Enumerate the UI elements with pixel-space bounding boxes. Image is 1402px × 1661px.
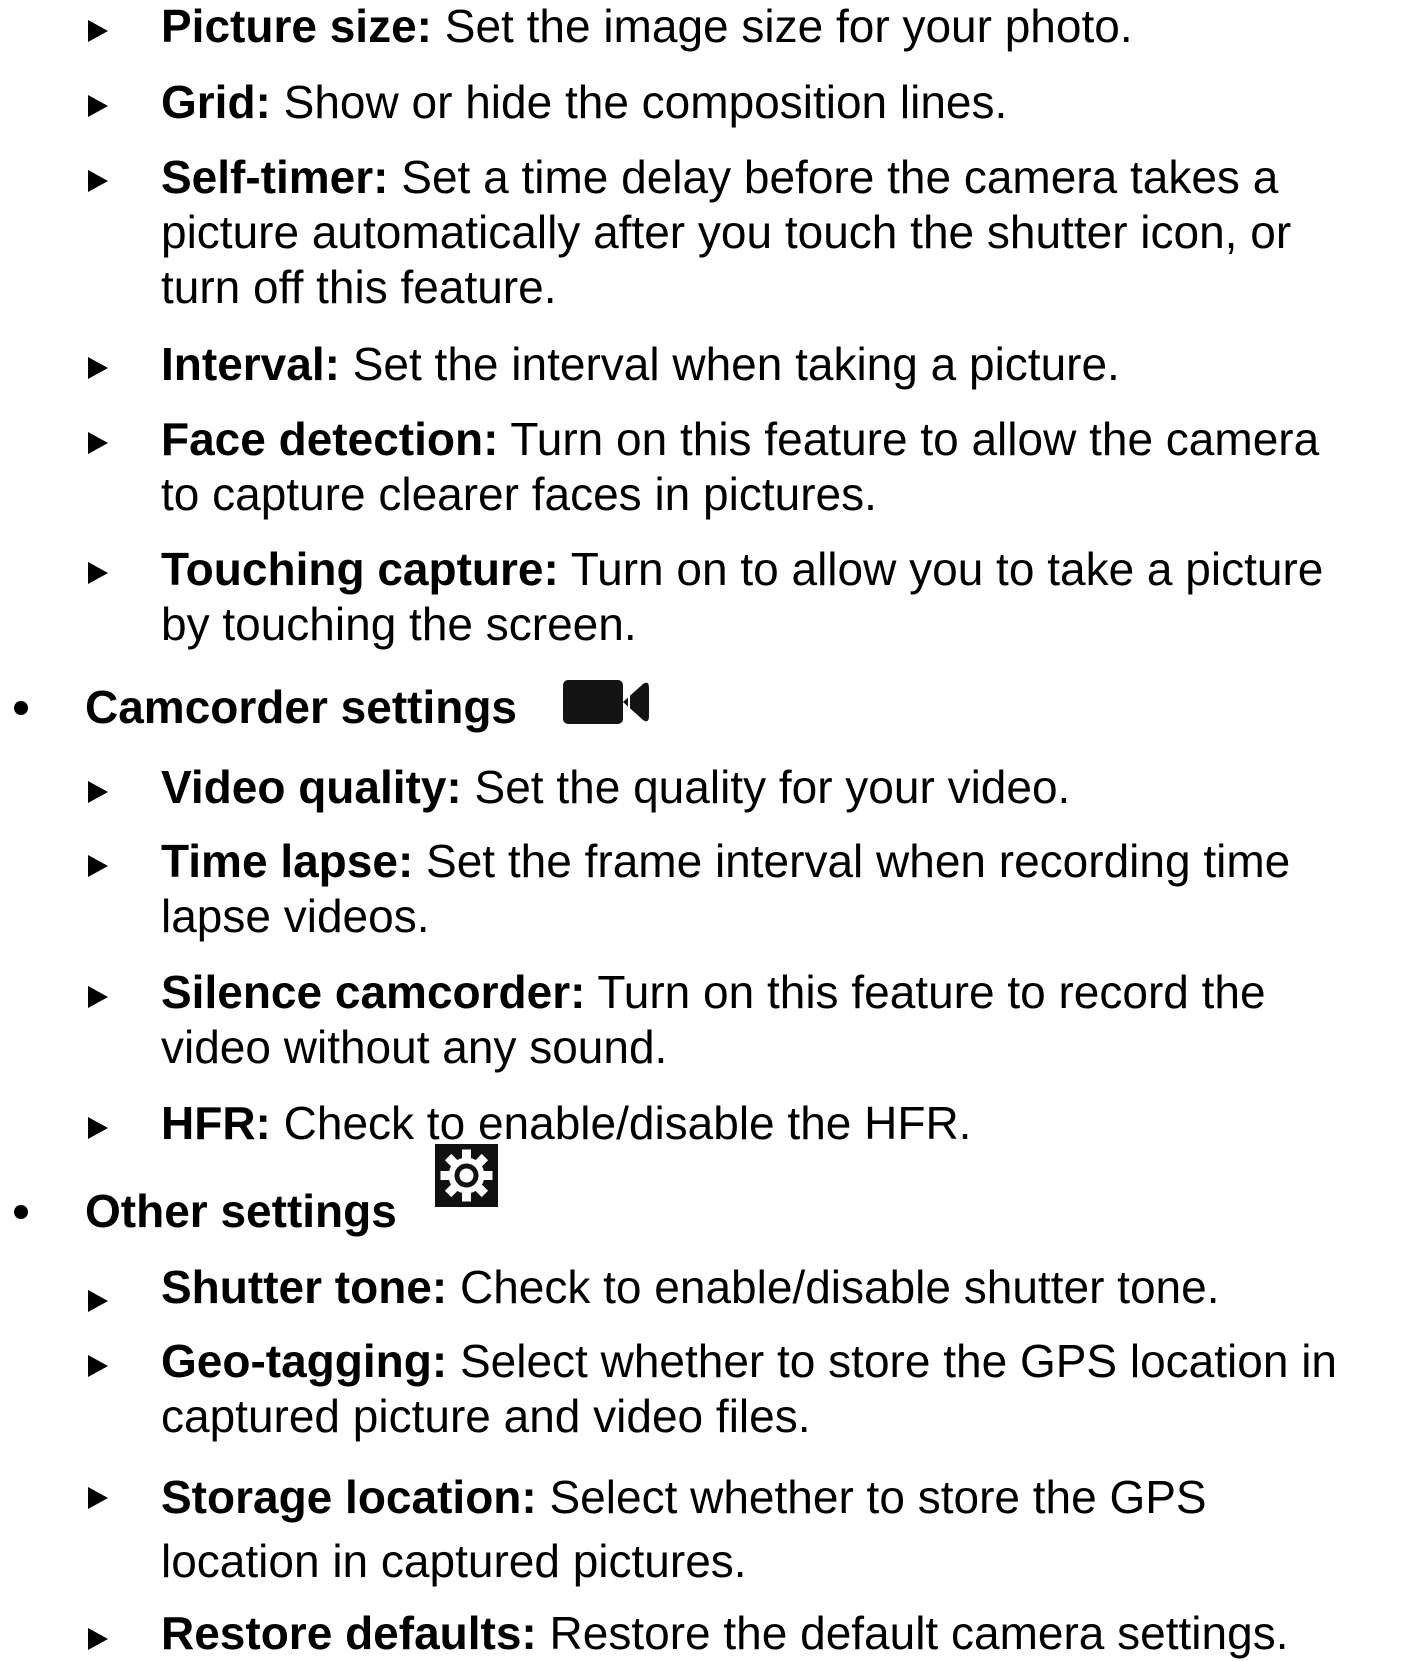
item-desc-line-3: turn off this feature.	[161, 261, 557, 313]
triangle-bullet-icon	[88, 95, 108, 117]
triangle-bullet-icon	[88, 20, 108, 42]
triangle-bullet-icon	[88, 855, 108, 877]
gear-icon	[435, 1144, 498, 1207]
triangle-bullet-icon	[88, 432, 108, 454]
triangle-bullet-icon	[88, 1117, 108, 1139]
item-text: Geo-tagging: Select whether to store the…	[161, 1334, 1396, 1444]
item-term: Geo-tagging:	[161, 1335, 448, 1387]
item-term: HFR:	[161, 1097, 271, 1149]
item-desc-line-2: to capture clearer faces in pictures.	[161, 468, 877, 520]
item-desc: Check to enable/disable the HFR.	[270, 1097, 972, 1149]
item-term: Storage location:	[161, 1471, 537, 1523]
camera-settings-document: Picture size: Set the image size for you…	[0, 0, 1402, 1661]
item-desc: Set the image size for your photo.	[432, 0, 1133, 52]
item-term: Restore defaults:	[161, 1607, 537, 1659]
triangle-bullet-icon	[88, 562, 108, 584]
item-text: Restore defaults: Restore the default ca…	[161, 1606, 1396, 1661]
item-term: Self-timer:	[161, 151, 389, 203]
item-desc: Set the quality for your video.	[461, 761, 1071, 813]
triangle-bullet-icon	[88, 1290, 108, 1312]
triangle-bullet-icon	[88, 986, 108, 1008]
item-text: Grid: Show or hide the composition lines…	[161, 75, 1396, 130]
round-bullet-icon	[14, 701, 28, 715]
item-text: Self-timer: Set a time delay before the …	[161, 150, 1396, 315]
section-title: Other settings	[85, 1185, 397, 1237]
triangle-bullet-icon	[88, 1355, 108, 1377]
item-text: Time lapse: Set the frame interval when …	[161, 834, 1396, 944]
item-desc: Show or hide the composition lines.	[270, 76, 1008, 128]
triangle-bullet-icon	[88, 1628, 108, 1650]
video-camera-icon	[563, 680, 649, 724]
item-desc-line-2: captured picture and video files.	[161, 1390, 811, 1442]
triangle-bullet-icon	[88, 1487, 108, 1509]
triangle-bullet-icon	[88, 357, 108, 379]
item-desc-line-2: picture automatically after you touch th…	[161, 206, 1292, 258]
item-desc-line-1: Select whether to store the GPS location…	[447, 1335, 1337, 1387]
item-desc-line-1: Turn on to allow you to take a picture	[558, 543, 1324, 595]
item-text: Shutter tone: Check to enable/disable sh…	[161, 1260, 1396, 1315]
item-term: Picture size:	[161, 0, 432, 52]
item-term: Grid:	[161, 76, 271, 128]
item-text: Interval: Set the interval when taking a…	[161, 337, 1396, 392]
item-term: Silence camcorder:	[161, 966, 586, 1018]
item-desc-line-1: Set the frame interval when recording ti…	[413, 835, 1291, 887]
item-desc: Check to enable/disable shutter tone.	[447, 1261, 1220, 1313]
item-text: Picture size: Set the image size for you…	[161, 0, 1396, 54]
item-desc: Restore the default camera settings.	[536, 1607, 1289, 1659]
item-term: Time lapse:	[161, 835, 414, 887]
item-term: Interval:	[161, 338, 340, 390]
item-desc-line-1: Turn on this feature to record the	[585, 966, 1266, 1018]
item-desc-line-2: location in captured pictures.	[161, 1535, 747, 1587]
item-term: Video quality:	[161, 761, 462, 813]
item-desc: Set the interval when taking a picture.	[339, 338, 1120, 390]
item-text: Storage location: Select whether to stor…	[161, 1465, 1396, 1593]
item-desc-line-2: video without any sound.	[161, 1021, 668, 1073]
item-desc-line-1: Set a time delay before the camera takes…	[388, 151, 1279, 203]
section-title: Camcorder settings	[85, 681, 518, 733]
item-desc-line-2: lapse videos.	[161, 890, 430, 942]
item-term: Shutter tone:	[161, 1261, 448, 1313]
item-text: Video quality: Set the quality for your …	[161, 760, 1396, 815]
triangle-bullet-icon	[88, 170, 108, 192]
item-text: Silence camcorder: Turn on this feature …	[161, 965, 1396, 1075]
item-text: Face detection: Turn on this feature to …	[161, 412, 1396, 522]
round-bullet-icon	[14, 1205, 28, 1219]
item-term: Face detection:	[161, 413, 499, 465]
item-desc-line-1: Turn on this feature to allow the camera	[498, 413, 1320, 465]
item-text: Touching capture: Turn on to allow you t…	[161, 542, 1396, 652]
item-desc-line-2: by touching the screen.	[161, 598, 637, 650]
item-desc-line-1: Select whether to store the GPS	[536, 1471, 1207, 1523]
item-text: HFR: Check to enable/disable the HFR.	[161, 1096, 1396, 1151]
triangle-bullet-icon	[88, 781, 108, 803]
item-term: Touching capture:	[161, 543, 559, 595]
